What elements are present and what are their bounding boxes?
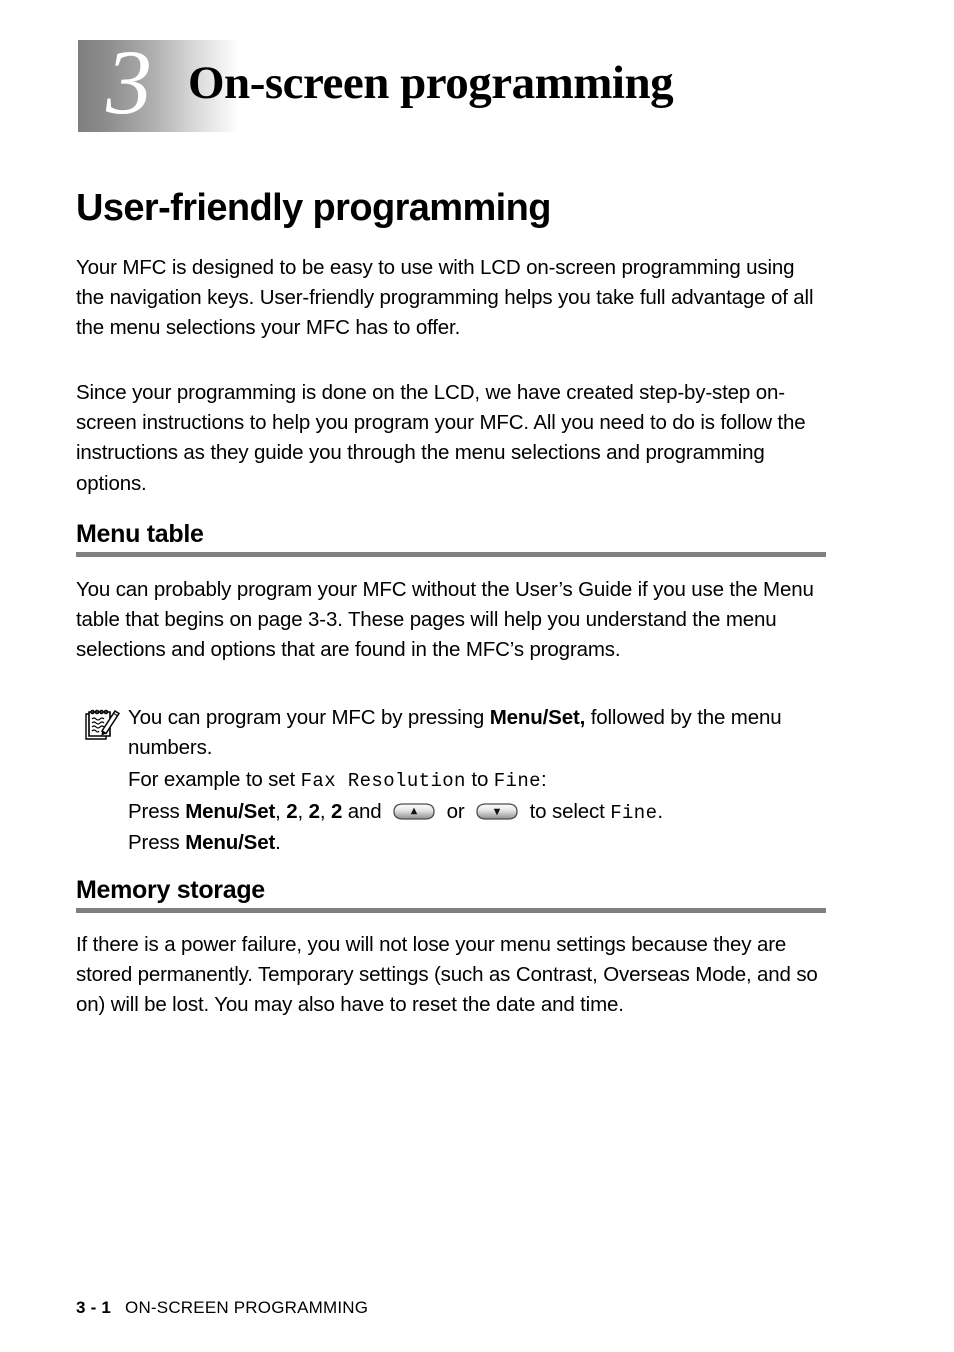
nav-key-down-icon — [473, 800, 521, 820]
or-label: or — [441, 799, 471, 823]
document-page: 3 On-screen programming User-friendly pr… — [0, 0, 954, 1352]
note-key-menu-set: Menu/Set, — [489, 706, 586, 729]
digit-separator: , — [297, 799, 309, 823]
divider-menu-table — [76, 552, 826, 557]
menu-digit-3: 2 — [330, 799, 343, 823]
section-menu-table: Menu table — [76, 519, 826, 549]
subsection-title-menu-table: Menu table — [76, 520, 204, 548]
example-setting-value: Fine — [493, 770, 541, 793]
body-paragraph: If there is a power failure, you will no… — [76, 933, 818, 1017]
page-title: User-friendly programming — [76, 187, 551, 229]
example-suffix: : — [540, 768, 547, 792]
digit-separator: , — [319, 799, 331, 823]
paragraph-memory-storage: If there is a power failure, you will no… — [76, 930, 826, 1021]
example-mid: to — [465, 768, 494, 792]
nav-key-up-icon — [390, 800, 438, 820]
paragraph-user-friendly-1: Your MFC is designed to be easy to use w… — [76, 253, 826, 344]
subsection-title-memory-storage: Memory storage — [76, 876, 265, 904]
note-block: You can program your MFC by pressing Men… — [76, 703, 836, 858]
menu-digit-2: 2 — [308, 799, 320, 823]
note-row: You can program your MFC by pressing Men… — [76, 703, 836, 763]
chapter-header: 3 On-screen programming — [78, 36, 838, 136]
select-suffix: . — [657, 799, 663, 823]
note-press-line-2: Press Menu/Set. — [76, 828, 836, 858]
select-label: to select — [524, 799, 611, 823]
note-line1-prefix: You can program your MFC by pressing — [128, 706, 490, 729]
note-pencil-icon — [82, 707, 122, 743]
key-menu-set-2: Menu/Set — [185, 830, 276, 854]
footer-chapter-label: ON-SCREEN PROGRAMMING — [125, 1298, 369, 1317]
note-text: You can program your MFC by pressing Men… — [128, 706, 782, 759]
press-label: Press — [128, 799, 186, 823]
horizontal-rule — [76, 552, 826, 557]
press-comma: , — [275, 799, 287, 823]
press-period: . — [275, 830, 281, 854]
menu-digit-1: 2 — [286, 799, 298, 823]
paragraph-user-friendly-2: Since your programming is done on the LC… — [76, 378, 826, 499]
chapter-number: 3 — [106, 31, 152, 133]
body-paragraph: Since your programming is done on the LC… — [76, 381, 806, 495]
divider-memory-storage — [76, 908, 826, 913]
chapter-title: On-screen programming — [188, 57, 674, 109]
section-memory-storage: Memory storage — [76, 875, 826, 905]
horizontal-rule — [76, 908, 826, 913]
select-value: Fine — [610, 801, 658, 824]
key-menu-set: Menu/Set — [185, 799, 276, 823]
press-label-2: Press — [128, 830, 186, 854]
footer-page-number: 3 - 1 — [76, 1298, 112, 1317]
example-prefix: For example to set — [128, 768, 301, 792]
body-paragraph: You can probably program your MFC withou… — [76, 578, 814, 662]
note-example-line: For example to set Fax Resolution to Fin… — [76, 765, 836, 796]
paragraph-menu-table: You can probably program your MFC withou… — [76, 575, 826, 666]
section-user-friendly-programming: User-friendly programming — [76, 186, 826, 230]
press-and-label: and — [342, 799, 388, 823]
note-press-line: Press Menu/Set, 2, 2, 2 and or to select… — [76, 797, 836, 828]
example-setting-name: Fax Resolution — [300, 770, 466, 793]
page-footer: 3 - 1 ON-SCREEN PROGRAMMING — [76, 1298, 368, 1318]
body-paragraph: Your MFC is designed to be easy to use w… — [76, 256, 814, 340]
